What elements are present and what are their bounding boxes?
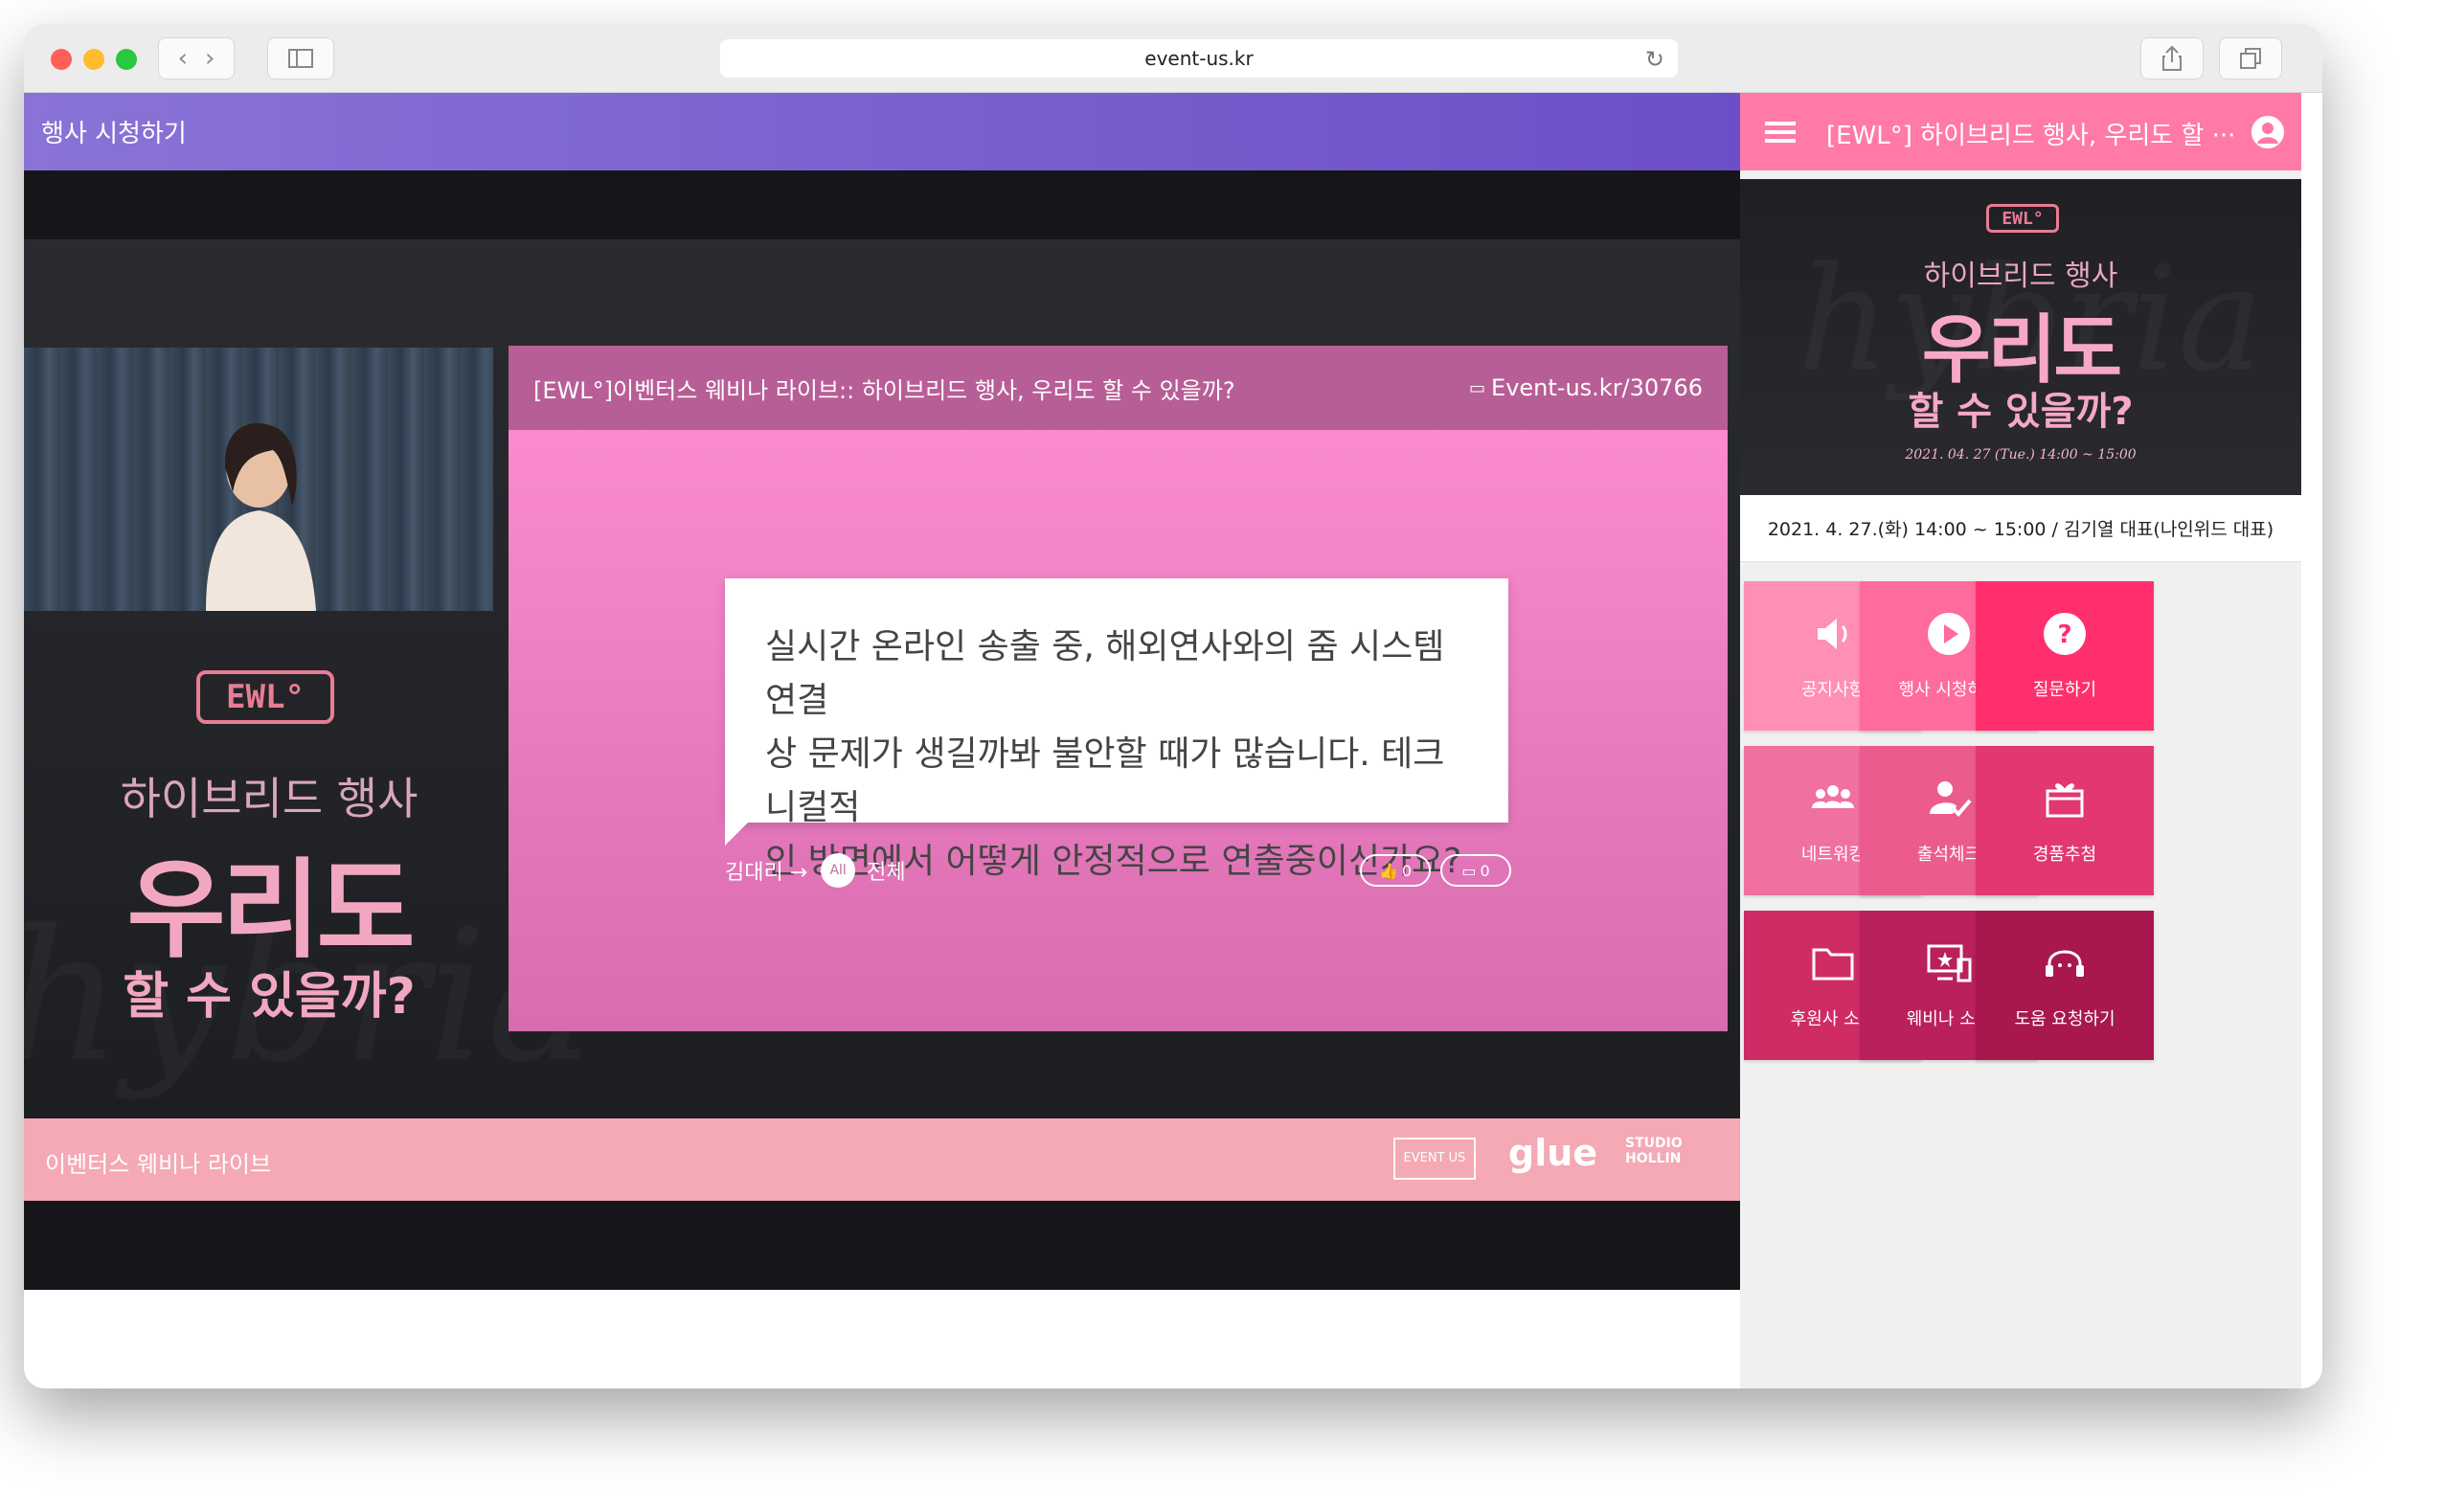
event-title-question: 할 수 있을까? <box>123 968 416 1026</box>
comment-count: 0 <box>1480 861 1490 880</box>
tile-label: 도움 요청하기 <box>2014 1009 2115 1029</box>
banner-date: 2021. 04. 27 (Tue.) 14:00 ~ 15:00 <box>1905 447 2137 463</box>
gift-icon <box>2046 783 2084 818</box>
tile-label: 질문하기 <box>2032 680 2097 700</box>
target-badge: All <box>821 853 856 888</box>
chevron-left-icon[interactable]: ‹ <box>178 44 188 73</box>
back-forward-buttons[interactable]: ‹ › <box>158 37 235 79</box>
url-text: event-us.kr <box>1144 47 1254 70</box>
slide-title-bar: [EWL°]이벤터스 웨비나 라이브:: 하이브리드 행사, 우리도 할 수 있… <box>509 346 1728 430</box>
headset-icon <box>2046 950 2084 977</box>
question-line-1: 실시간 온라인 송출 중, 해외연사와의 줌 시스템 연결 <box>765 627 1445 720</box>
tile-ask[interactable]: ? 질문하기 <box>1976 581 2154 731</box>
event-info: 2021. 4. 27.(화) 14:00 ~ 15:00 / 김기열 대표(나… <box>1740 495 2301 562</box>
address-bar[interactable]: event-us.kr ↻ <box>720 39 1678 78</box>
minimize-window-button[interactable] <box>83 49 104 70</box>
page-content: 행사 시청하기 hybria EWL° 하이브리드 행사 우리도 할 수 있을까… <box>24 93 2322 1388</box>
sidebar-header: [EWL°] 하이브리드 행사, 우리도 할 ··· <box>1740 93 2301 170</box>
speech-bubble-tail <box>725 821 750 846</box>
event-subtitle: 하이브리드 행사 <box>120 773 418 824</box>
main-header: 행사 시청하기 <box>24 93 1740 170</box>
comment-icon: ▭ <box>1461 861 1477 880</box>
speaker-camera-feed <box>24 348 493 611</box>
slide-url: ▭ Event-us.kr/30766 <box>1469 374 1703 401</box>
sidebar-title: [EWL°] 하이브리드 행사, 우리도 할 ··· <box>1826 122 2236 150</box>
close-window-button[interactable] <box>51 49 72 70</box>
people-icon <box>1812 785 1854 808</box>
play-icon <box>1928 613 1970 655</box>
tile-label: 공지사항 <box>1800 680 1866 700</box>
question-icon: ? <box>2044 613 2086 655</box>
eventus-partner-logo: EVENT US <box>1393 1138 1476 1180</box>
comment-button[interactable]: ▭ 0 <box>1440 854 1511 887</box>
sidebar-toggle-button[interactable] <box>267 37 334 79</box>
monitor-icon: ▭ <box>1469 377 1486 398</box>
question-reactions: 👍 0 ▭ 0 <box>1360 854 1511 887</box>
share-icon <box>2162 45 2182 71</box>
svg-text:?: ? <box>2057 621 2071 649</box>
banner-subtitle: 하이브리드 행사 <box>1923 260 2118 293</box>
event-banner: hybria EWL° 하이브리드 행사 우리도 할 수 있을까? 2021. … <box>1740 179 2301 495</box>
ewl-logo: EWL° <box>196 670 334 724</box>
glue-partner-logo: glue <box>1508 1132 1598 1174</box>
question-slide: [EWL°]이벤터스 웨비나 라이브:: 하이브리드 행사, 우리도 할 수 있… <box>509 346 1728 1031</box>
tile-prize-draw[interactable]: 경품추첨 <box>1976 746 2154 895</box>
megaphone-icon <box>1818 619 1847 649</box>
tile-label: 경품추첨 <box>2032 845 2097 865</box>
banner-title-question: 할 수 있을까? <box>1908 390 2134 434</box>
question-line-2: 상 문제가 생길까봐 불안할 때가 많습니다. 테크니컬적 <box>765 734 1445 827</box>
share-button[interactable] <box>2140 37 2204 79</box>
tile-label: 출석체크 <box>1916 845 1981 865</box>
webinar-icon <box>1927 944 1972 982</box>
video-player[interactable]: hybria EWL° 하이브리드 행사 우리도 할 수 있을까? [EWL°]… <box>24 239 1740 1120</box>
speaker-image <box>206 423 316 611</box>
maximize-window-button[interactable] <box>116 49 137 70</box>
browser-window: ‹ › event-us.kr ↻ 행사 시청하기 hybria <box>24 24 2322 1388</box>
slide-title: [EWL°]이벤터스 웨비나 라이브:: 하이브리드 행사, 우리도 할 수 있… <box>533 376 1235 404</box>
sidebar-icon <box>288 49 313 68</box>
video-area: 행사 시청하기 hybria EWL° 하이브리드 행사 우리도 할 수 있을까… <box>24 93 1740 1290</box>
question-meta: 김대리 → All 전체 <box>725 853 906 888</box>
event-sidebar: [EWL°] 하이브리드 행사, 우리도 할 ··· hybria EWL° 하… <box>1740 93 2301 1388</box>
thumbs-up-icon: 👍 <box>1378 861 1398 880</box>
tabs-overview-button[interactable] <box>2219 37 2282 79</box>
question-card: 실시간 온라인 송출 중, 해외연사와의 줌 시스템 연결 상 문제가 생길까봐… <box>725 578 1508 881</box>
like-count: 0 <box>1401 861 1413 880</box>
lower-bar-title: 이벤터스 웨비나 라이브 <box>45 1151 272 1178</box>
reload-icon[interactable]: ↻ <box>1645 46 1664 73</box>
user-account-icon[interactable] <box>2251 116 2284 148</box>
like-button[interactable]: 👍 0 <box>1360 854 1431 887</box>
lower-third-bar: 이벤터스 웨비나 라이브 EVENT US glue STUDIO HOLLIN <box>24 1118 1740 1201</box>
menu-icon[interactable] <box>1765 122 1796 143</box>
slide-url-text: Event-us.kr/30766 <box>1491 374 1703 401</box>
chevron-right-icon[interactable]: › <box>205 44 215 73</box>
tile-label: 네트워킹 <box>1800 845 1866 865</box>
page-title: 행사 시청하기 <box>41 120 187 148</box>
target-label: 전체 <box>867 861 906 885</box>
user-check-icon <box>1930 781 1972 817</box>
studio-hollin-partner-logo: STUDIO HOLLIN <box>1625 1136 1683 1166</box>
folder-icon <box>1812 948 1854 981</box>
asker-name: 김대리 → <box>725 861 808 885</box>
browser-toolbar: ‹ › event-us.kr ↻ <box>24 24 2322 93</box>
tabs-icon <box>2240 48 2261 69</box>
banner-ewl-logo: EWL° <box>1986 204 2059 233</box>
tile-help-request[interactable]: 도움 요청하기 <box>1976 911 2154 1060</box>
